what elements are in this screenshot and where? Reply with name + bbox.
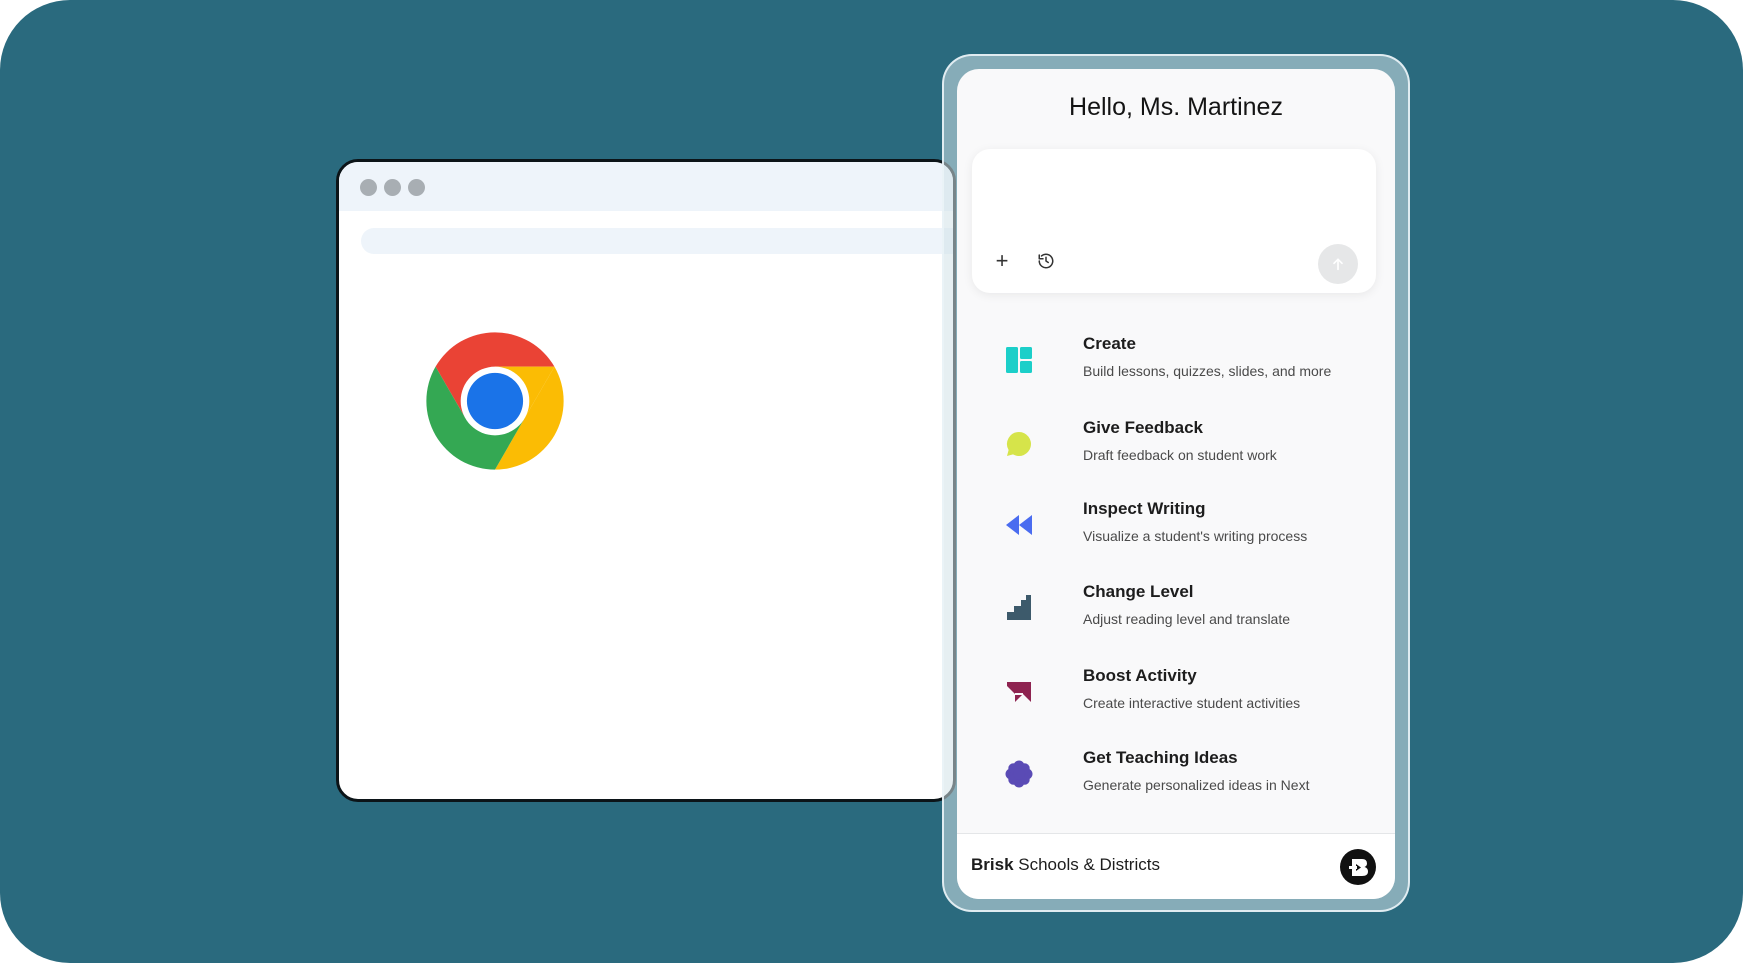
tool-boost-activity[interactable]: Boost Activity Create interactive studen…: [989, 662, 1369, 722]
tool-get-teaching-ideas[interactable]: Get Teaching Ideas Generate personalized…: [989, 744, 1369, 804]
tool-title: Boost Activity: [1083, 666, 1197, 685]
tool-title: Change Level: [1083, 582, 1194, 601]
prompt-box: +: [972, 149, 1376, 293]
speech-bubble-icon: [1006, 432, 1031, 456]
footer-label[interactable]: Brisk Schools & Districts: [971, 855, 1160, 875]
arrow-boost-icon: [1007, 682, 1031, 702]
stairs-icon: [1007, 595, 1031, 620]
browser-titlebar: [339, 162, 953, 211]
tool-create[interactable]: Create Build lessons, quizzes, slides, a…: [989, 330, 1369, 390]
brisk-panel: Hello, Ms. Martinez + Create Build lesso…: [957, 69, 1395, 899]
footer-subtitle: Schools & Districts: [1013, 855, 1160, 874]
chrome-logo-icon: [426, 332, 564, 470]
greeting-title: Hello, Ms. Martinez: [1069, 93, 1283, 121]
tool-give-feedback[interactable]: Give Feedback Draft feedback on student …: [989, 414, 1369, 474]
tool-title: Inspect Writing: [1083, 499, 1206, 518]
address-bar[interactable]: [361, 228, 953, 254]
tool-title: Get Teaching Ideas: [1083, 748, 1238, 767]
tool-description: Draft feedback on student work: [1083, 447, 1277, 463]
window-control-dot[interactable]: [384, 179, 401, 196]
panel-footer: Brisk Schools & Districts: [957, 833, 1395, 899]
layout-grid-icon: [1006, 347, 1032, 373]
tool-description: Visualize a student's writing process: [1083, 528, 1308, 544]
rewind-icon: [1006, 515, 1032, 535]
flower-icon: [1005, 760, 1033, 788]
background-canvas: Hello, Ms. Martinez + Create Build lesso…: [0, 0, 1743, 963]
brisk-logo-icon[interactable]: [1340, 849, 1376, 885]
tool-description: Adjust reading level and translate: [1083, 611, 1291, 627]
tool-description: Build lessons, quizzes, slides, and more: [1083, 363, 1332, 379]
window-control-dot[interactable]: [360, 179, 377, 196]
tool-description: Create interactive student activities: [1083, 695, 1301, 711]
tool-title: Give Feedback: [1083, 418, 1204, 437]
tool-description: Generate personalized ideas in Next: [1083, 777, 1310, 793]
browser-window: [336, 159, 956, 802]
plus-icon[interactable]: +: [989, 248, 1015, 274]
tool-change-level[interactable]: Change Level Adjust reading level and tr…: [989, 578, 1369, 638]
tool-title: Create: [1083, 334, 1136, 353]
brand-name: Brisk: [971, 855, 1014, 874]
send-button[interactable]: [1318, 244, 1358, 284]
arrow-up-icon: [1333, 258, 1343, 271]
history-icon[interactable]: [1033, 248, 1059, 274]
prompt-input[interactable]: [988, 163, 1362, 225]
window-control-dot[interactable]: [408, 179, 425, 196]
tool-inspect-writing[interactable]: Inspect Writing Visualize a student's wr…: [989, 495, 1369, 555]
